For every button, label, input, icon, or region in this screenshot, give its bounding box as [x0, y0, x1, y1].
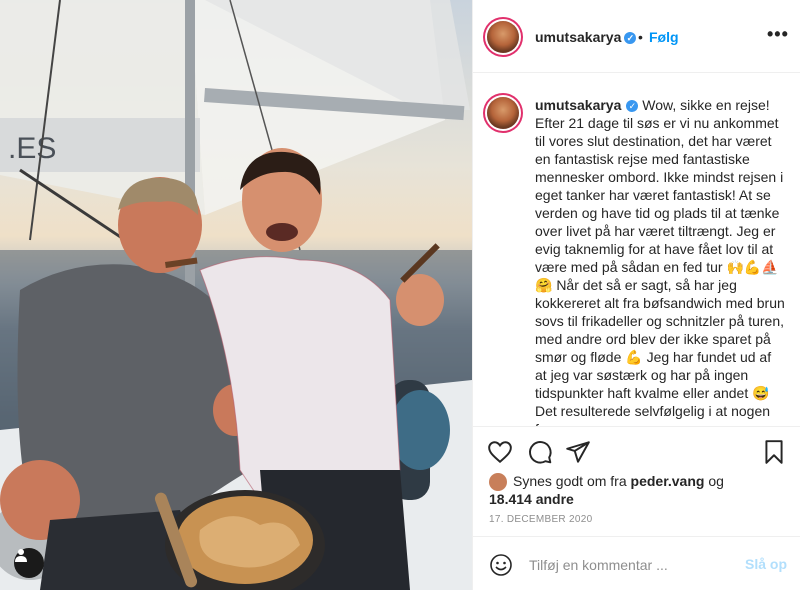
- post-date[interactable]: 17. DECEMBER 2020: [489, 514, 592, 525]
- likes-prefix: Synes godt om fra: [513, 473, 627, 489]
- likes-user-link[interactable]: peder.vang: [631, 473, 705, 489]
- post-sidebar: umutsakarya ✓ • Følg ••• umutsakarya ✓ Wow…: [472, 0, 800, 590]
- user-tag-icon: [15, 549, 27, 562]
- follow-button[interactable]: Følg: [649, 29, 679, 45]
- liker-avatar[interactable]: [489, 473, 507, 492]
- likes-summary: Synes godt om fra peder.vang og 18.414 a…: [489, 473, 789, 507]
- likes-and: og: [708, 473, 724, 489]
- verified-badge-icon: ✓: [624, 32, 637, 45]
- instagram-post-modal: .ES umutsakarya ✓ • Følg ••• umutsakarya…: [0, 0, 800, 590]
- action-bar: [473, 426, 800, 475]
- comment-input[interactable]: [527, 553, 741, 577]
- caption-body: Wow, sikke en rejse! Efter 21 dage til s…: [535, 97, 785, 426]
- likes-count-link[interactable]: 18.414 andre: [489, 491, 574, 507]
- caption-area[interactable]: umutsakarya ✓ Wow, sikke en rejse! Efter …: [473, 73, 800, 426]
- photo-scene: .ES: [0, 0, 472, 590]
- sail-lettering: .ES: [8, 132, 56, 165]
- heart-icon[interactable]: [487, 439, 513, 465]
- separator-dot: •: [638, 29, 643, 45]
- more-options-icon[interactable]: •••: [767, 24, 789, 45]
- comment-bar: Slå op: [473, 536, 800, 591]
- comment-icon[interactable]: [527, 439, 553, 465]
- verified-badge-icon: ✓: [626, 100, 639, 113]
- share-icon[interactable]: [565, 439, 591, 465]
- caption-text: umutsakarya ✓ Wow, sikke en rejse! Efter …: [535, 96, 785, 426]
- caption-username[interactable]: umutsakarya: [535, 97, 621, 113]
- post-header: umutsakarya ✓ • Følg •••: [473, 0, 800, 73]
- avatar[interactable]: [487, 21, 519, 53]
- user-tag-button[interactable]: [14, 548, 44, 578]
- bookmark-icon[interactable]: [761, 439, 787, 465]
- header-username[interactable]: umutsakarya ✓: [535, 29, 637, 45]
- emoji-icon[interactable]: [489, 553, 513, 577]
- caption-avatar[interactable]: [487, 97, 519, 129]
- username-text[interactable]: umutsakarya: [535, 29, 621, 45]
- post-photo[interactable]: .ES: [0, 0, 472, 590]
- post-comment-button[interactable]: Slå op: [745, 556, 787, 572]
